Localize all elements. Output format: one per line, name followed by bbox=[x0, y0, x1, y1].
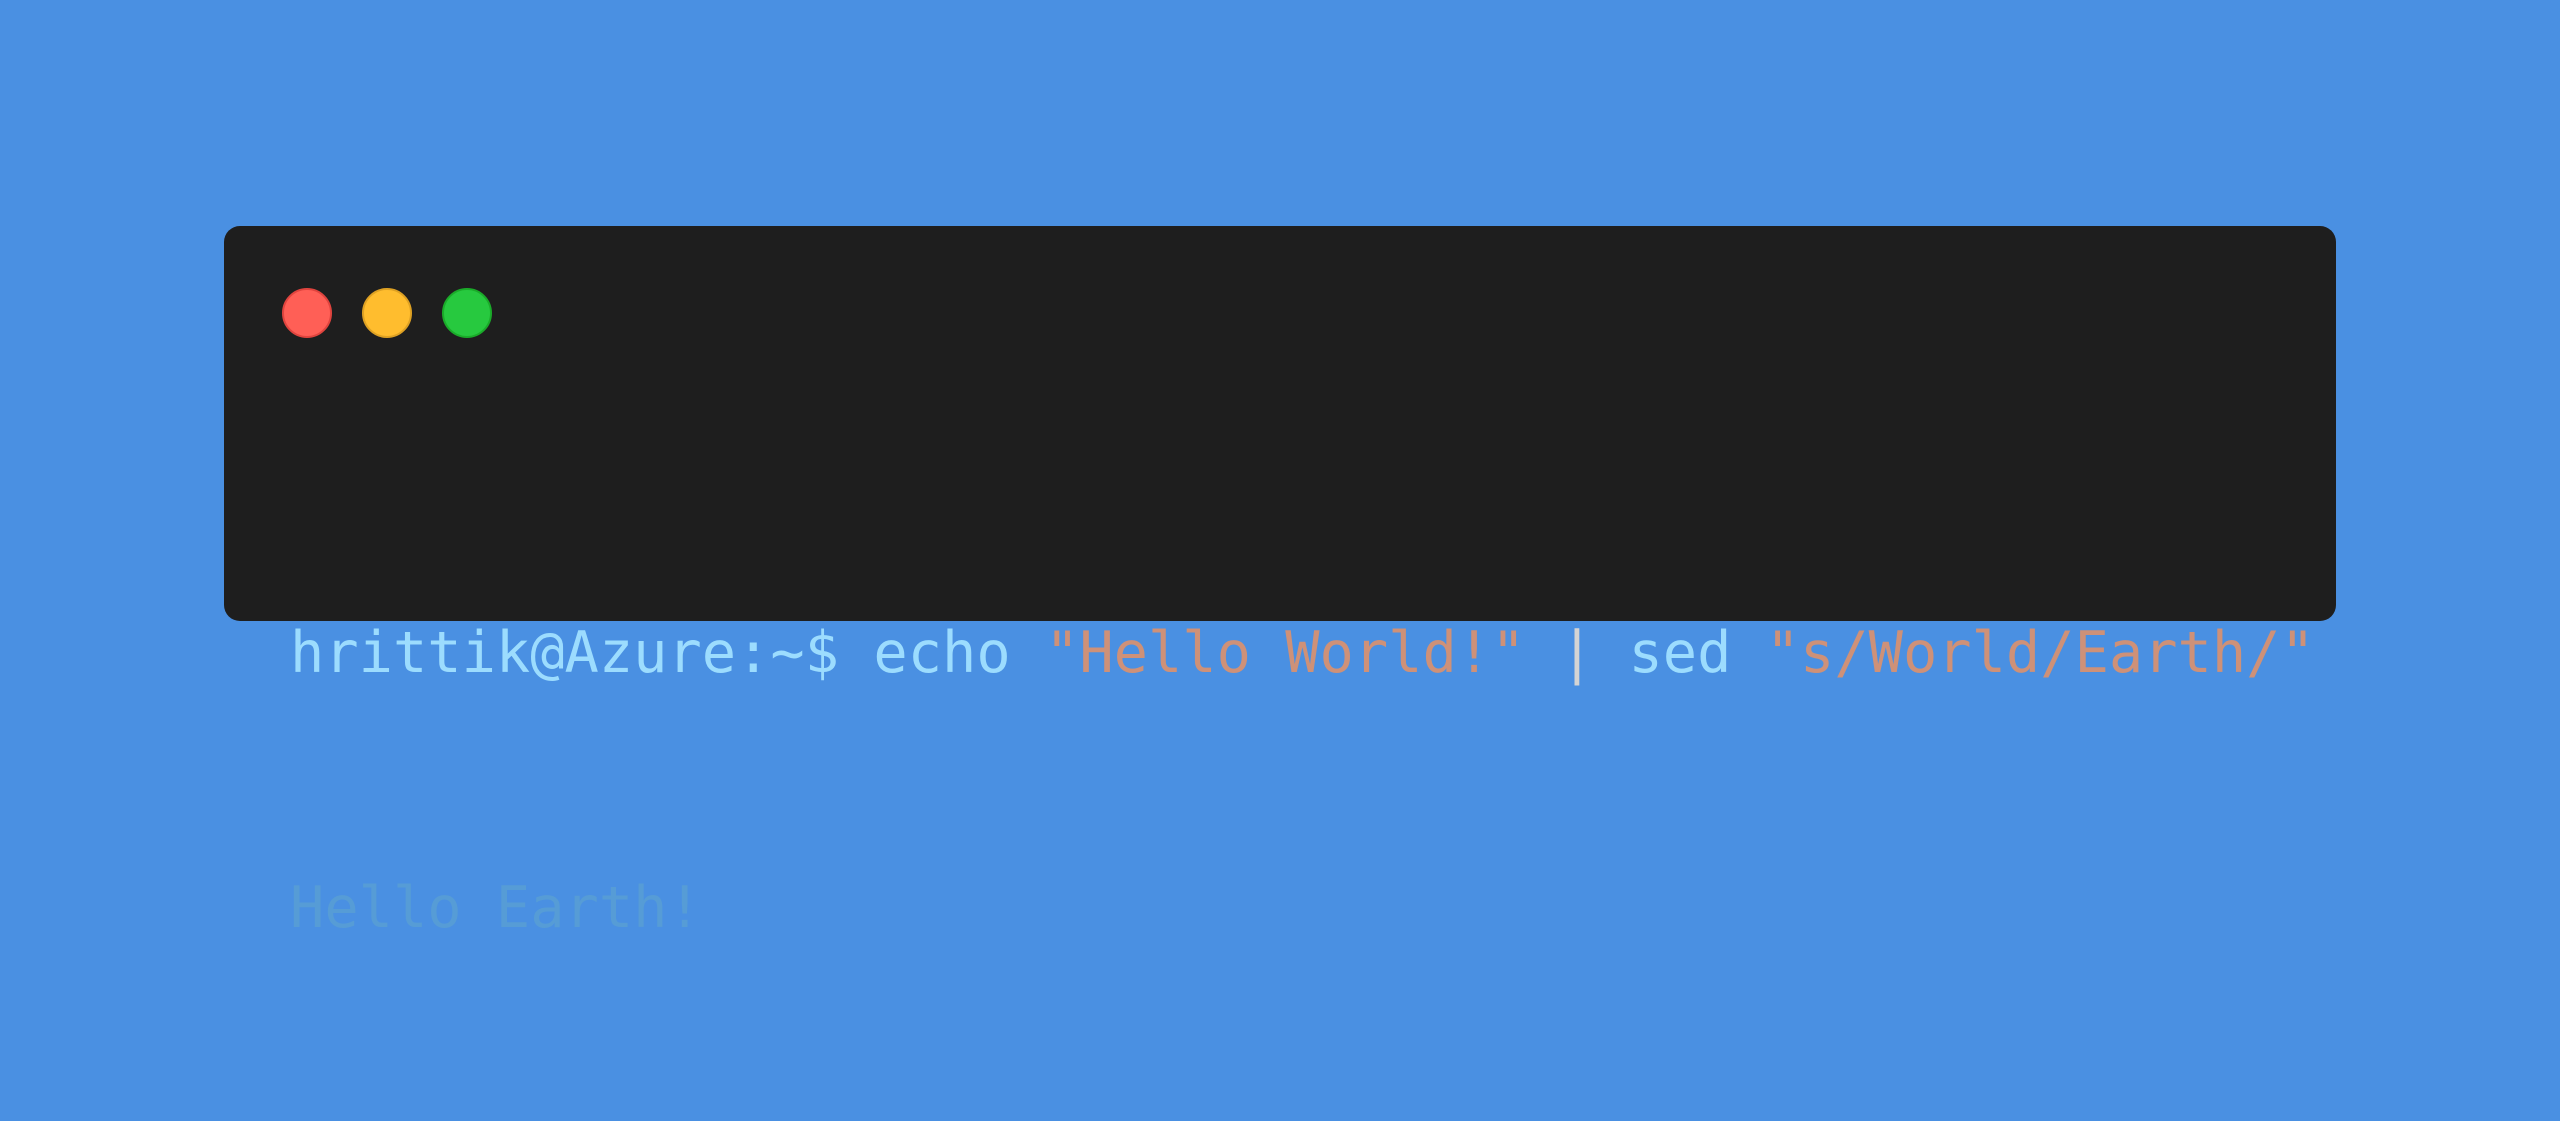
command-output: Hello Earth! bbox=[290, 875, 702, 941]
minimize-button[interactable] bbox=[362, 288, 412, 338]
pipe-operator: | bbox=[1559, 620, 1595, 686]
shell-prompt: hrittik@Azure:~$ bbox=[290, 620, 840, 686]
command-echo: echo bbox=[873, 620, 1011, 686]
close-button[interactable] bbox=[282, 288, 332, 338]
command-line: hrittik@Azure:~$ echo "Hello World!" | s… bbox=[290, 611, 2315, 696]
maximize-button[interactable] bbox=[442, 288, 492, 338]
command-sed: sed bbox=[1628, 620, 1732, 686]
window-controls bbox=[282, 288, 492, 338]
echo-argument: "Hello World!" bbox=[1045, 620, 1526, 686]
terminal-window: hrittik@Azure:~$ echo "Hello World!" | s… bbox=[224, 226, 2336, 941]
terminal-content: hrittik@Azure:~$ echo "Hello World!" | s… bbox=[290, 441, 2315, 1121]
sed-argument: "s/World/Earth/" bbox=[1765, 620, 2315, 686]
